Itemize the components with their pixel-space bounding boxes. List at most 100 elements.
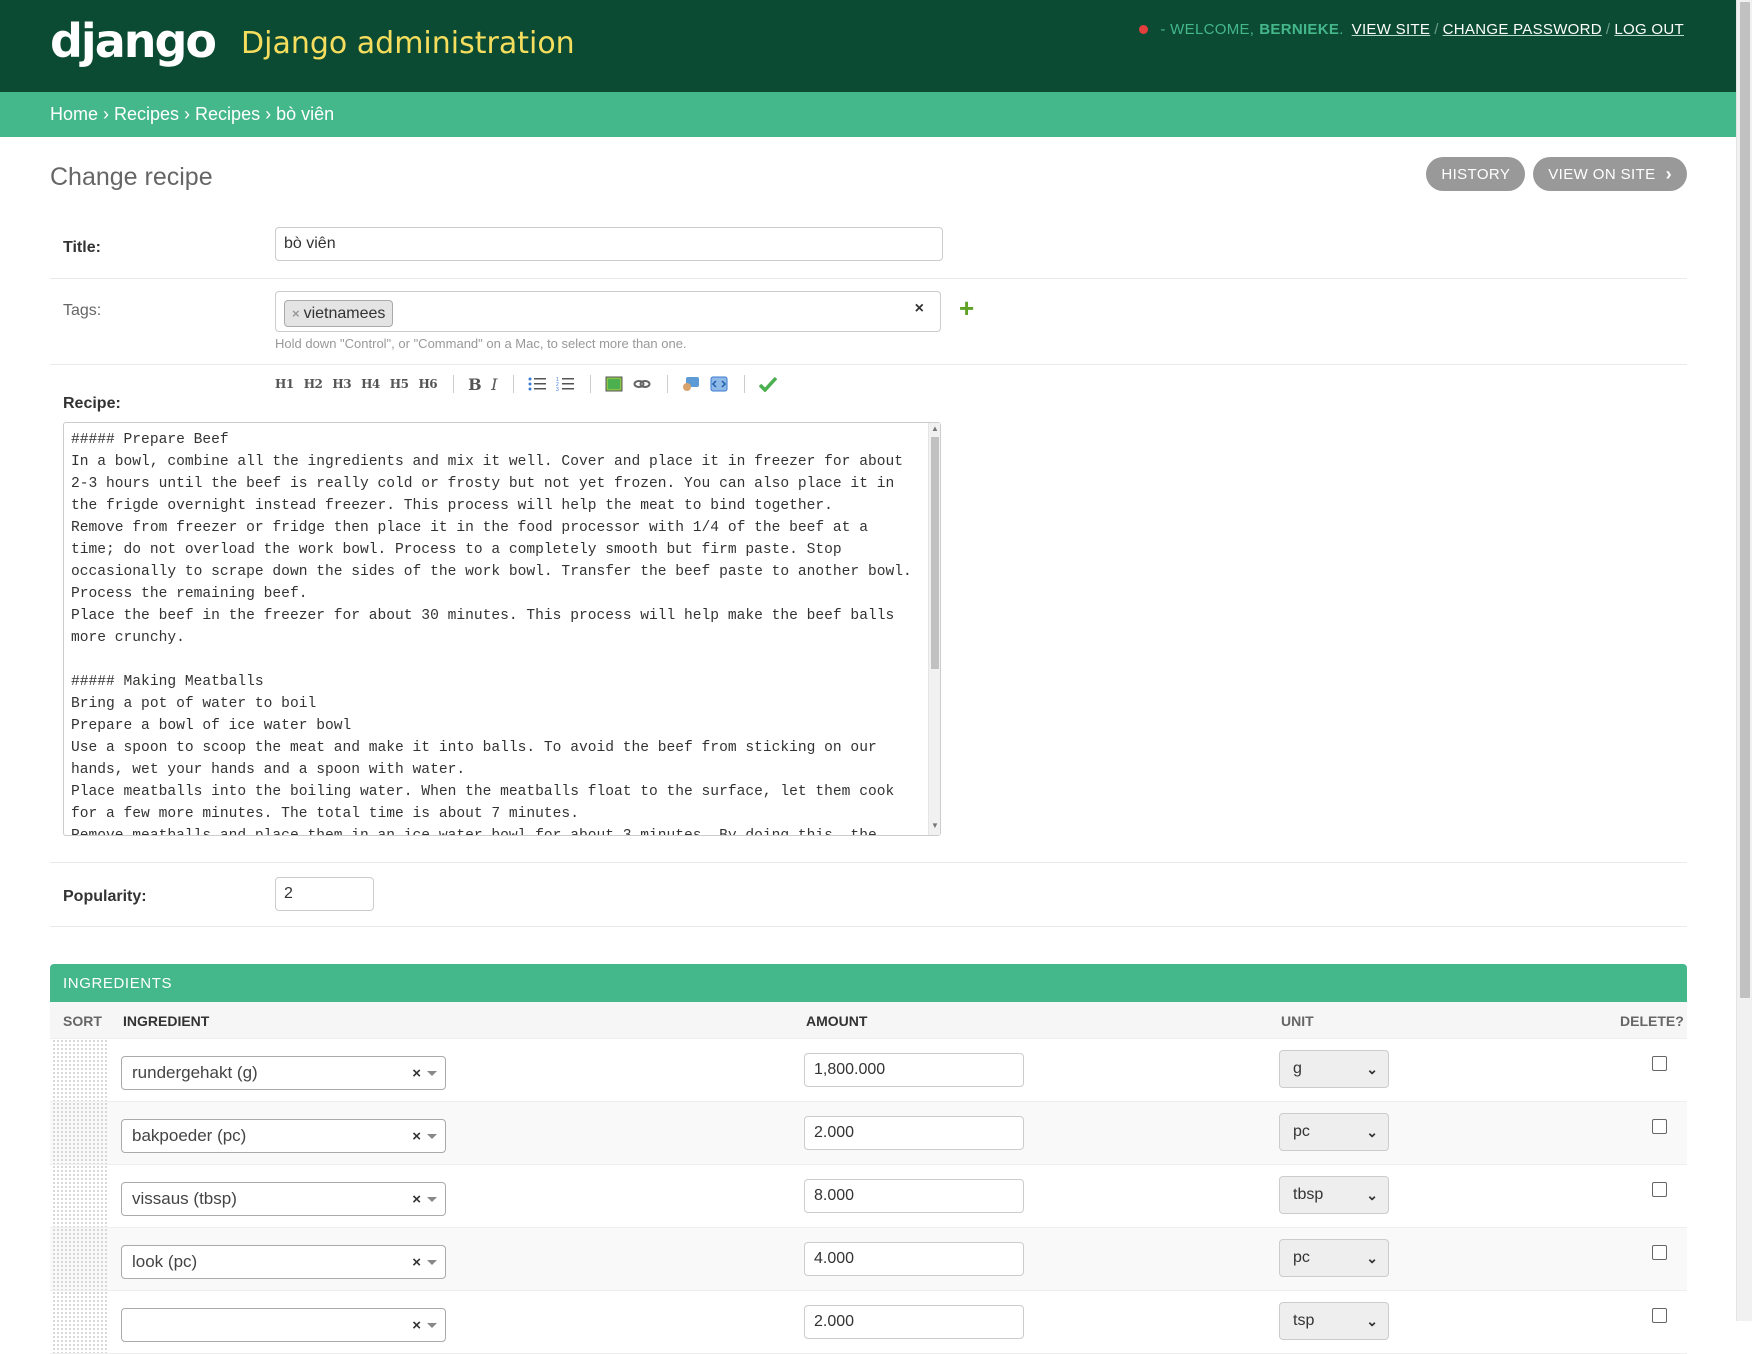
django-logo[interactable]: django: [50, 14, 217, 68]
scroll-down-icon[interactable]: ▼: [931, 821, 939, 830]
clear-icon[interactable]: ×: [412, 1128, 421, 1145]
h2-button[interactable]: H2: [304, 377, 323, 391]
popularity-input[interactable]: 2: [275, 877, 374, 911]
h3-button[interactable]: H3: [332, 377, 351, 391]
change-password-link[interactable]: CHANGE PASSWORD: [1443, 21, 1602, 38]
caret-down-icon: [427, 1134, 437, 1139]
title-input[interactable]: bò viên: [275, 227, 943, 261]
clear-icon[interactable]: ×: [412, 1065, 421, 1082]
page-scrollbar[interactable]: [1736, 0, 1752, 1321]
recipe-scrollbar[interactable]: ▲ ▼: [928, 423, 940, 835]
delete-checkbox[interactable]: [1652, 1182, 1667, 1197]
breadcrumb: Home › Recipes › Recipes › bò viên: [0, 92, 1736, 137]
scroll-up-icon[interactable]: ▲: [931, 424, 939, 433]
amount-input[interactable]: 8.000: [804, 1179, 1024, 1213]
tags-label: Tags:: [63, 302, 102, 319]
table-row: vissaus (tbsp) × 8.000 tbsp ⌄: [50, 1165, 1687, 1228]
unit-value: pc: [1293, 1123, 1310, 1140]
recipe-scroll-thumb[interactable]: [931, 437, 939, 669]
tag-chip[interactable]: × vietnamees: [284, 300, 394, 327]
popularity-row: Popularity: 2: [50, 863, 1687, 927]
unit-value: tsp: [1293, 1312, 1315, 1329]
delete-checkbox[interactable]: [1652, 1245, 1667, 1260]
unit-select[interactable]: tbsp ⌄: [1279, 1176, 1389, 1214]
ingredient-value: look (pc): [132, 1252, 198, 1271]
table-row: rundergehakt (g) × 1,800.000 g ⌄: [50, 1039, 1687, 1102]
page-scroll-thumb[interactable]: [1740, 2, 1750, 998]
quote-icon[interactable]: [682, 376, 700, 392]
delete-column-header: DELETE?: [1620, 1013, 1684, 1029]
bulleted-list-icon[interactable]: [528, 376, 546, 392]
title-label: Title:: [63, 239, 101, 256]
delete-checkbox[interactable]: [1652, 1056, 1667, 1071]
view-on-site-button[interactable]: VIEW ON SITE ›: [1533, 157, 1687, 191]
clear-tags-icon[interactable]: ×: [915, 300, 924, 318]
clear-icon[interactable]: ×: [412, 1191, 421, 1208]
site-name[interactable]: Django administration: [241, 26, 575, 61]
markdown-toolbar: H1 H2 H3 H4 H5 H6 B I 123: [275, 371, 787, 397]
remove-tag-icon[interactable]: ×: [292, 306, 300, 321]
view-site-link[interactable]: VIEW SITE: [1352, 21, 1431, 38]
branding: django Django administration: [50, 14, 575, 68]
unit-select[interactable]: tsp ⌄: [1279, 1302, 1389, 1340]
toolbar-divider: [512, 375, 514, 393]
table-row: × 2.000 tsp ⌄: [50, 1291, 1687, 1354]
toolbar-divider: [589, 375, 591, 393]
h4-button[interactable]: H4: [361, 377, 380, 391]
unit-value: tbsp: [1293, 1186, 1324, 1203]
unit-select[interactable]: g ⌄: [1279, 1050, 1389, 1088]
chevron-down-icon: ⌄: [1366, 1313, 1378, 1329]
drag-handle[interactable]: [52, 1102, 108, 1164]
breadcrumb-app[interactable]: Recipes: [114, 104, 179, 125]
link-icon[interactable]: [633, 376, 651, 392]
h5-button[interactable]: H5: [390, 377, 409, 391]
unit-select[interactable]: pc ⌄: [1279, 1239, 1389, 1277]
amount-input[interactable]: 2.000: [804, 1116, 1024, 1150]
ingredient-column-header: INGREDIENT: [123, 1013, 210, 1029]
amount-input[interactable]: 1,800.000: [804, 1053, 1024, 1087]
breadcrumb-model[interactable]: Recipes: [195, 104, 260, 125]
unit-select[interactable]: pc ⌄: [1279, 1113, 1389, 1151]
code-icon[interactable]: [710, 376, 728, 392]
amount-input[interactable]: 2.000: [804, 1305, 1024, 1339]
image-icon[interactable]: [605, 376, 623, 392]
clear-icon[interactable]: ×: [412, 1254, 421, 1271]
bold-button[interactable]: B: [468, 375, 482, 394]
breadcrumb-current: bò viên: [276, 104, 335, 124]
delete-checkbox[interactable]: [1652, 1119, 1667, 1134]
ingredient-select[interactable]: look (pc) ×: [121, 1245, 446, 1279]
tags-select[interactable]: × vietnamees ×: [275, 291, 941, 332]
ingredients-heading: INGREDIENTS: [50, 964, 1687, 1002]
drag-handle[interactable]: [52, 1039, 108, 1101]
recipe-textarea[interactable]: ##### Prepare Beef In a bowl, combine al…: [63, 422, 941, 836]
ingredient-select[interactable]: vissaus (tbsp) ×: [121, 1182, 446, 1216]
h6-button[interactable]: H6: [418, 377, 437, 391]
preview-check-icon[interactable]: [758, 376, 777, 392]
history-button[interactable]: HISTORY: [1426, 157, 1526, 191]
tag-label: vietnamees: [303, 304, 386, 322]
drag-handle[interactable]: [52, 1291, 108, 1353]
user-tools: - WELCOME, BERNIEKE . VIEW SITE / CHANGE…: [1139, 21, 1688, 38]
drag-handle[interactable]: [52, 1228, 108, 1290]
amount-input[interactable]: 4.000: [804, 1242, 1024, 1276]
add-tag-icon[interactable]: +: [959, 293, 974, 324]
numbered-list-icon[interactable]: 123: [556, 376, 574, 392]
breadcrumb-home[interactable]: Home: [50, 104, 98, 125]
clear-icon[interactable]: ×: [412, 1317, 421, 1334]
unit-column-header: UNIT: [1281, 1013, 1314, 1029]
tags-row: Tags: × vietnamees × + Hold down "Contro…: [50, 279, 1687, 365]
ingredient-select[interactable]: bakpoeder (pc) ×: [121, 1119, 446, 1153]
ingredient-value: vissaus (tbsp): [132, 1189, 237, 1208]
chevron-down-icon: ⌄: [1366, 1187, 1378, 1203]
recipe-label: Recipe:: [63, 395, 121, 412]
amount-column-header: AMOUNT: [806, 1013, 868, 1029]
ingredient-select[interactable]: rundergehakt (g) ×: [121, 1056, 446, 1090]
drag-handle[interactable]: [52, 1165, 108, 1227]
status-dot-icon: [1139, 25, 1149, 34]
log-out-link[interactable]: LOG OUT: [1614, 21, 1684, 38]
h1-button[interactable]: H1: [275, 377, 294, 391]
italic-button[interactable]: I: [491, 375, 497, 394]
content: Change recipe HISTORY VIEW ON SITE › Tit…: [50, 137, 1687, 1354]
ingredient-select[interactable]: ×: [121, 1308, 446, 1342]
toolbar-divider: [743, 375, 745, 393]
